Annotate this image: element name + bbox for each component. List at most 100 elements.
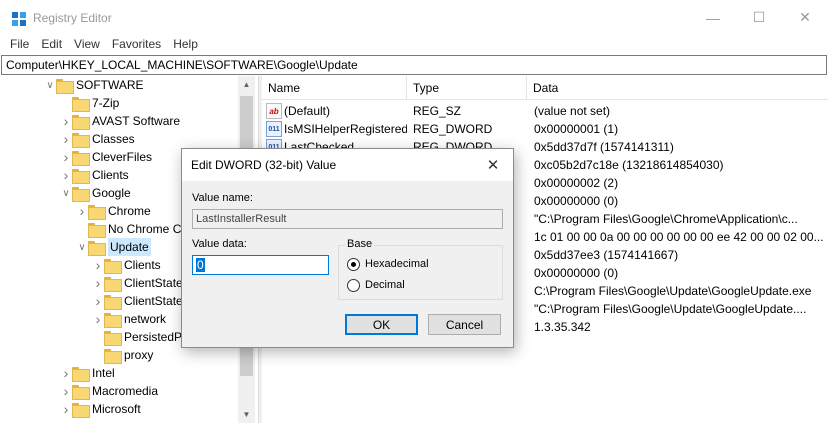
folder-icon [104,258,122,274]
folder-icon [72,366,90,382]
tree-item[interactable]: › ClientState [92,292,183,310]
decimal-option[interactable]: Decimal [347,277,405,293]
cell-name: IsMSIHelperRegistered [284,122,407,136]
folder-icon [88,240,106,256]
chevron-right-icon[interactable]: › [92,256,104,274]
tree-item[interactable]: › Microsoft [60,400,141,418]
tree-item-label: network [124,312,167,326]
dialog-close-button[interactable]: ✕ [473,149,513,181]
tree-item[interactable]: › Classes [60,130,135,148]
tree-item[interactable]: proxy [92,346,153,364]
value-data-label: Value data: [192,238,247,250]
no-expander [92,346,104,364]
dialog-title: Edit DWORD (32-bit) Value [191,158,337,172]
close-icon: ✕ [799,9,811,25]
cell-data: 0x5dd37d7f (1574141311) [534,140,674,154]
chevron-right-icon[interactable]: › [60,400,72,418]
address-bar[interactable]: Computer\HKEY_LOCAL_MACHINE\SOFTWARE\Goo… [1,55,827,75]
menu-bar: File Edit View Favorites Help [0,35,828,54]
menu-file[interactable]: File [0,35,35,54]
chevron-right-icon[interactable]: › [60,148,72,166]
table-row[interactable]: 011 IsMSIHelperRegistered REG_DWORD 0x00000… [262,120,828,138]
registry-editor-icon [12,12,26,26]
chevron-right-icon[interactable]: › [60,166,72,184]
menu-favorites[interactable]: Favorites [106,35,167,54]
decimal-radio[interactable] [347,278,360,292]
chevron-right-icon[interactable]: › [76,202,88,220]
dialog-title-bar: Edit DWORD (32-bit) Value ✕ [182,149,513,181]
menu-view[interactable]: View [68,35,106,54]
tree-item-label: AVAST Software [92,114,181,128]
tree-item[interactable]: › network [92,310,166,328]
cell-name: (Default) [284,104,331,118]
tree-item-label: Google [92,186,131,200]
tree-item[interactable]: › Macromedia [60,382,158,400]
menu-edit[interactable]: Edit [35,35,68,54]
folder-icon [104,348,122,364]
no-expander [60,94,72,112]
folder-icon [88,204,106,220]
close-button[interactable]: ✕ [782,0,828,35]
value-data-text: 0 [196,258,205,272]
folder-icon [72,402,90,418]
cell-type: REG_DWORD [413,122,493,136]
tree-item[interactable]: ∨ Google [60,184,131,202]
value-name-field: LastInstallerResult [192,209,503,229]
column-type[interactable]: Type [407,76,527,100]
hexadecimal-radio[interactable] [347,257,360,271]
cell-data: 1c 01 00 00 0a 00 00 00 00 00 00 ee 42 0… [534,230,824,244]
value-data-input[interactable]: 0 [192,255,329,275]
value-name-label: Value name: [192,192,253,204]
menu-help[interactable]: Help [167,35,204,54]
hexadecimal-option[interactable]: Hexadecimal [347,256,429,272]
ok-button[interactable]: OK [345,314,418,335]
tree-item-label: No Chrome C [108,222,182,236]
tree-item[interactable]: › AVAST Software [60,112,180,130]
tree-item-label: PersistedP [124,330,183,344]
tree-item[interactable]: › ClientState [92,274,183,292]
table-row[interactable]: ab (Default) REG_SZ (value not set) [262,102,828,120]
tree-item-label: Microsoft [92,402,141,416]
tree-item-label: CleverFiles [92,150,153,164]
cell-data: 0x00000000 (0) [534,266,619,280]
cancel-button[interactable]: Cancel [428,314,501,335]
cell-data: "C:\Program Files\Google\Update\GoogleUp… [534,302,807,316]
scroll-up-icon[interactable]: ▲ [238,76,255,93]
tree-item[interactable]: No Chrome C [76,220,181,238]
chevron-down-icon[interactable]: ∨ [44,76,56,94]
tree-item[interactable]: PersistedP [92,328,182,346]
chevron-down-icon[interactable]: ∨ [60,184,72,202]
chevron-right-icon[interactable]: › [92,274,104,292]
folder-icon [88,222,106,238]
chevron-right-icon[interactable]: › [60,382,72,400]
tree-item[interactable]: › Clients [92,256,161,274]
tree-item[interactable]: › Chrome [76,202,151,220]
column-name[interactable]: Name [262,76,407,100]
tree-item-label: ClientState [124,294,183,308]
binary-value-icon: 011 [266,121,282,137]
tree-item-label: SOFTWARE [76,78,144,92]
maximize-button[interactable]: ☐ [736,0,782,35]
chevron-right-icon[interactable]: › [92,310,104,328]
chevron-right-icon[interactable]: › [92,292,104,310]
chevron-down-icon[interactable]: ∨ [76,238,88,256]
chevron-right-icon[interactable]: › [60,112,72,130]
tree-item[interactable]: ∨ Update [76,238,151,256]
tree-item[interactable]: › Intel [60,364,115,382]
chevron-right-icon[interactable]: › [60,364,72,382]
cell-data: "C:\Program Files\Google\Chrome\Applicat… [534,212,798,226]
tree-item-label: Classes [92,132,135,146]
column-data[interactable]: Data [527,76,828,100]
scroll-down-icon[interactable]: ▼ [238,406,255,423]
folder-icon [104,312,122,328]
cell-data: 0x5dd37ee3 (1574141667) [534,248,679,262]
no-expander [92,328,104,346]
tree-item[interactable]: ∨ SOFTWARE [44,76,144,94]
minimize-button[interactable]: — [690,0,736,35]
chevron-right-icon[interactable]: › [60,130,72,148]
tree-item[interactable]: › Clients [60,166,129,184]
tree-item-label: Clients [92,168,129,182]
tree-item[interactable]: 7-Zip [60,94,119,112]
folder-icon [72,186,90,202]
tree-item[interactable]: › CleverFiles [60,148,152,166]
